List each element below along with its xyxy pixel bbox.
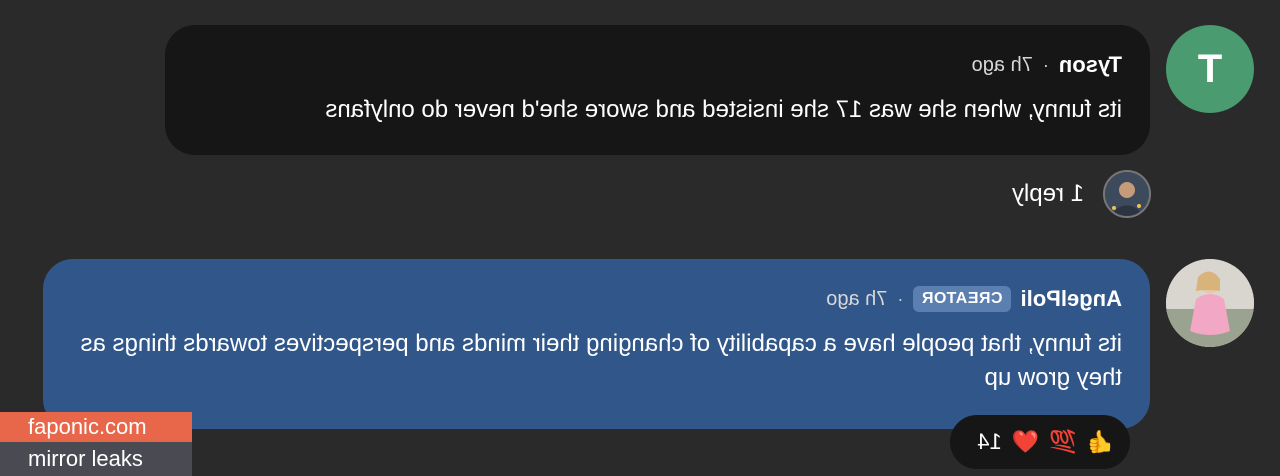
reaction-count: 14 [977, 429, 1002, 454]
replies-label: 1 reply [1011, 180, 1084, 207]
separator-dot: · [1042, 54, 1049, 75]
comment-author[interactable]: AngelPoli [1021, 286, 1122, 312]
comment-bubble-angelpoli: AngelPoli CREATOR · 7h ago its funny, th… [43, 259, 1150, 429]
comment-text: its funny, that people have a capability… [80, 330, 1122, 391]
watermark-line-1: faponic.com [0, 412, 192, 442]
reply-avatar-icon [1103, 170, 1151, 218]
comment-time: 7h ago [971, 53, 1033, 76]
comment-author[interactable]: Tyson [1059, 52, 1122, 78]
creator-badge: CREATOR [913, 286, 1011, 312]
separator-dot: · [897, 288, 904, 309]
reactions-bar[interactable]: 👍 💯 ❤️ 14 [950, 415, 1130, 469]
watermark-line-2: mirror leaks [0, 442, 192, 476]
tyson-avatar[interactable]: T [1166, 25, 1254, 113]
hundred-icon[interactable]: 💯 [1049, 429, 1076, 455]
avatar-letter: T [1197, 46, 1223, 91]
heart-icon[interactable]: ❤️ [1012, 429, 1039, 455]
mirrored-comment-thread: T Tyson · 7h ago its funny, when she was… [0, 0, 1280, 476]
replies-toggle[interactable]: 1 reply [1012, 180, 1084, 208]
comment-bubble-tyson: Tyson · 7h ago its funny, when she was 1… [165, 25, 1150, 155]
creator-avatar[interactable] [1166, 259, 1254, 347]
comment-time: 7h ago [826, 287, 888, 310]
comment-text: its funny, when she was 17 she insisted … [325, 96, 1122, 123]
thumbs-up-icon[interactable]: 👍 [1087, 429, 1114, 455]
